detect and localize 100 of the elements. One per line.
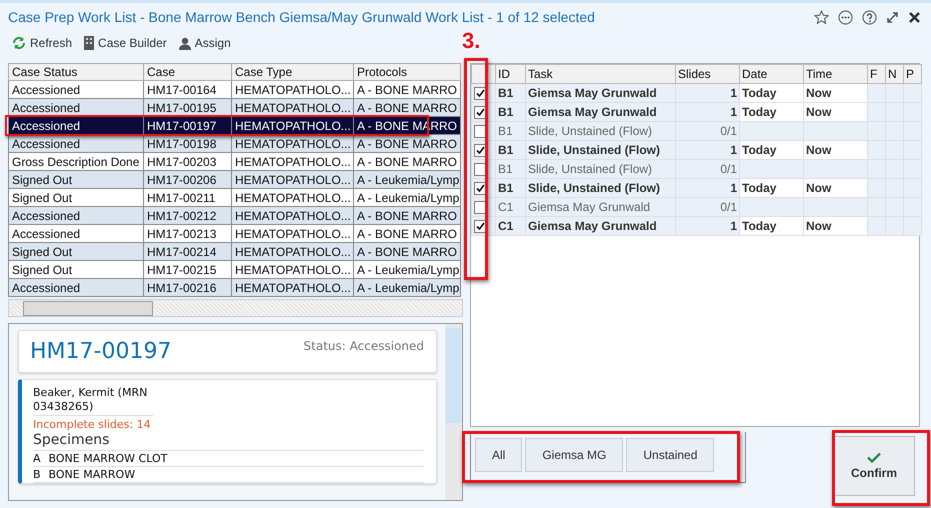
column-header[interactable]: P <box>904 64 922 84</box>
table-cell[interactable]: HEMATOPATHOLO... <box>232 278 354 296</box>
expand-icon[interactable] <box>886 10 899 24</box>
filter-button[interactable]: Unstained <box>626 438 714 472</box>
column-header[interactable]: Time <box>804 64 868 84</box>
table-cell[interactable]: HEMATOPATHOLO... <box>232 116 354 134</box>
table-cell: 1 <box>676 178 740 198</box>
table-cell[interactable]: HEMATOPATHOLO... <box>232 170 354 188</box>
table-cell[interactable]: Signed Out <box>8 260 144 278</box>
toolbar-button[interactable]: Case Builder <box>84 36 167 50</box>
specimen-name: BONE MARROW <box>48 468 136 481</box>
table-cell[interactable]: A - Leukemia/Lymp <box>354 170 460 188</box>
column-header[interactable]: Slides <box>676 64 740 84</box>
table-cell[interactable]: Accessioned <box>8 278 144 296</box>
table-cell[interactable]: HEMATOPATHOLO... <box>232 80 354 98</box>
toolbar-button[interactable]: Refresh <box>12 36 72 50</box>
specimen-letter: B <box>33 468 41 481</box>
table-cell: Now <box>804 102 868 122</box>
table-cell[interactable]: HEMATOPATHOLO... <box>232 152 354 170</box>
table-cell: Slide, Unstained (Flow) <box>526 178 676 198</box>
table-cell[interactable]: HEMATOPATHOLO... <box>232 224 354 242</box>
column-header[interactable]: ID <box>496 64 526 84</box>
table-cell[interactable]: A - Leukemia/Lymp <box>354 278 460 296</box>
table-cell[interactable]: A - BONE MARRO <box>354 206 460 224</box>
table-cell[interactable]: A - BONE MARRO <box>354 152 460 170</box>
table-cell: B1 <box>496 140 526 160</box>
help-icon[interactable] <box>862 10 877 24</box>
table-cell: 0/1 <box>676 122 740 140</box>
table-cell[interactable]: HM17-00216 <box>144 278 232 296</box>
table-cell[interactable]: Signed Out <box>8 188 144 206</box>
table-cell: Today <box>740 178 804 198</box>
vertical-scrollbar[interactable] <box>445 324 462 500</box>
column-header[interactable]: Date <box>740 64 804 84</box>
table-cell[interactable]: Signed Out <box>8 242 144 260</box>
table-cell[interactable]: A - Leukemia/Lymp <box>354 260 460 278</box>
table-cell[interactable]: HM17-00206 <box>144 170 232 188</box>
table-cell[interactable]: A - BONE MARRO <box>354 242 460 260</box>
table-cell: Slide, Unstained (Flow) <box>526 140 676 160</box>
confirm-button[interactable]: Confirm <box>833 436 915 496</box>
table-cell[interactable]: HEMATOPATHOLO... <box>232 242 354 260</box>
table-cell[interactable]: Accessioned <box>8 116 144 134</box>
case-status: Status: Accessioned <box>304 339 424 355</box>
table-cell[interactable]: HM17-00214 <box>144 242 232 260</box>
table-cell: B1 <box>496 102 526 122</box>
table-cell[interactable]: HEMATOPATHOLO... <box>232 206 354 224</box>
table-cell[interactable]: Accessioned <box>8 80 144 98</box>
table-cell[interactable]: HM17-00213 <box>144 224 232 242</box>
table-cell[interactable]: Gross Description Done <box>8 152 144 170</box>
table-cell: B1 <box>496 84 526 102</box>
table-cell: Today <box>740 84 804 102</box>
horizontal-scrollbar[interactable] <box>8 299 463 317</box>
column-header[interactable]: Case Status <box>8 64 144 80</box>
filter-button[interactable]: All <box>475 438 522 472</box>
table-cell: 1 <box>676 84 740 102</box>
specimen-name: BONE MARROW CLOT <box>48 452 168 465</box>
close-icon[interactable] <box>908 10 921 24</box>
table-cell[interactable]: HM17-00215 <box>144 260 232 278</box>
column-header[interactable]: Case Type <box>232 64 354 80</box>
table-cell: Now <box>804 216 868 236</box>
table-cell: Now <box>804 140 868 160</box>
table-cell: Giemsa May Grunwald <box>526 198 676 216</box>
table-cell[interactable]: HEMATOPATHOLO... <box>232 188 354 206</box>
table-cell[interactable]: A - BONE MARRO <box>354 80 460 98</box>
table-cell: Today <box>740 216 804 236</box>
table-cell[interactable]: HM17-00203 <box>144 152 232 170</box>
table-cell: 0/1 <box>676 198 740 216</box>
table-cell: Now <box>804 178 868 198</box>
table-cell: 1 <box>676 216 740 236</box>
filter-button[interactable]: Giemsa MG <box>525 438 624 472</box>
toolbar-button[interactable]: Assign <box>178 36 231 50</box>
table-cell[interactable]: Accessioned <box>8 206 144 224</box>
table-cell[interactable]: A - BONE MARRO <box>354 134 460 152</box>
column-header[interactable]: Task <box>526 64 676 84</box>
table-cell[interactable]: Signed Out <box>8 170 144 188</box>
table-cell[interactable]: Accessioned <box>8 224 144 242</box>
table-cell: Giemsa May Grunwald <box>526 102 676 122</box>
column-header[interactable]: Case <box>144 64 232 80</box>
table-cell: 1 <box>676 102 740 122</box>
table-cell: Now <box>804 84 868 102</box>
step-label: 3. <box>462 28 480 54</box>
table-cell[interactable]: A - BONE MARRO <box>354 98 460 116</box>
table-cell[interactable]: HM17-00212 <box>144 206 232 224</box>
column-header[interactable]: N <box>886 64 904 84</box>
patient-name: Beaker, Kermit (MRN 03438265) <box>33 386 153 416</box>
checkmark-icon <box>867 452 881 463</box>
table-cell[interactable]: A - Leukemia/Lymp <box>354 188 460 206</box>
table-cell[interactable]: A - BONE MARRO <box>354 224 460 242</box>
table-cell[interactable]: HEMATOPATHOLO... <box>232 260 354 278</box>
window-title: Case Prep Work List - Bone Marrow Bench Giemsa/May Grunwald Work List - 1 of 12 selected <box>8 9 596 25</box>
table-cell: Giemsa May Grunwald <box>526 84 676 102</box>
building-icon <box>84 36 94 50</box>
table-cell[interactable]: HM17-00197 <box>144 116 232 134</box>
star-icon[interactable] <box>814 10 829 24</box>
table-cell: Today <box>740 102 804 122</box>
table-cell[interactable]: HM17-00211 <box>144 188 232 206</box>
column-header[interactable]: Protocols <box>354 64 460 80</box>
more-icon[interactable] <box>838 10 853 24</box>
table-cell[interactable]: HM17-00164 <box>144 80 232 98</box>
column-header[interactable]: F <box>868 64 886 84</box>
refresh-icon <box>12 36 26 50</box>
